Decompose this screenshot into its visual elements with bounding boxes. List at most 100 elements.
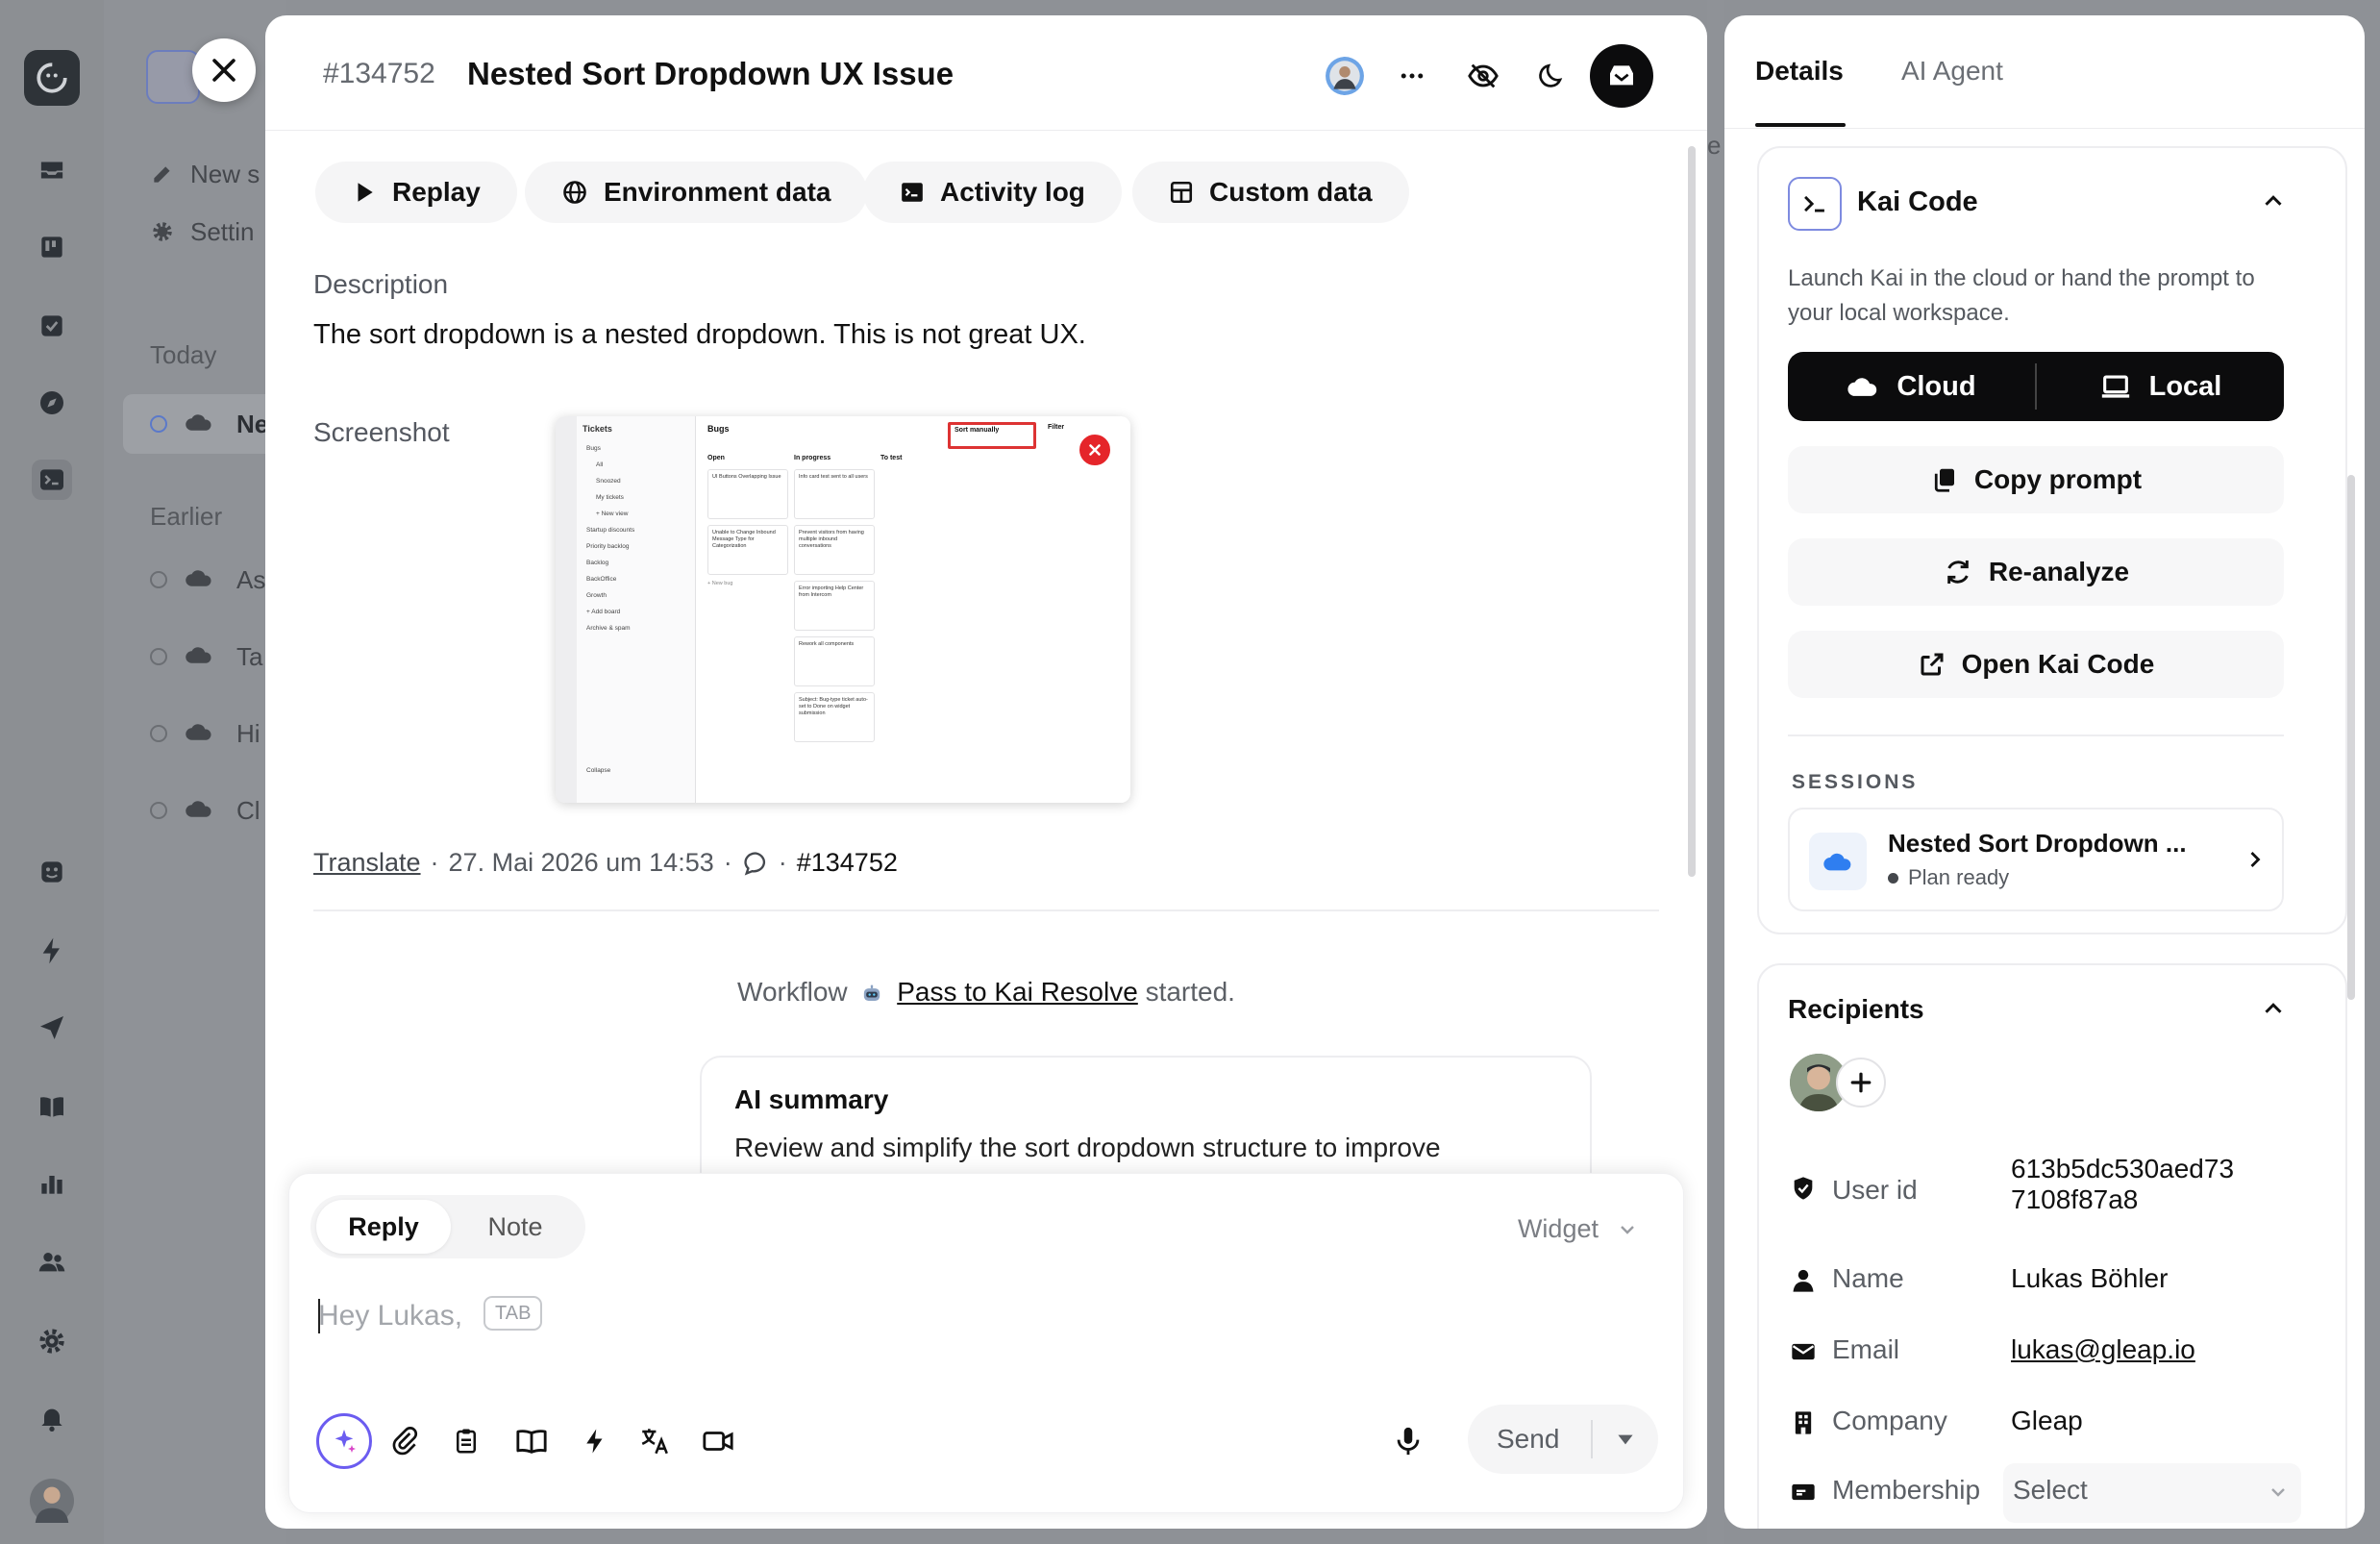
chart-icon[interactable] xyxy=(32,1163,72,1204)
assignee-avatar[interactable] xyxy=(1317,48,1373,104)
bg-earlier-item: As xyxy=(236,565,266,594)
name-label: Name xyxy=(1832,1263,1904,1293)
collapse-kai-button[interactable] xyxy=(2259,187,2288,215)
session-cloud-icon xyxy=(1809,833,1867,890)
tab-ai-agent[interactable]: AI Agent xyxy=(1901,56,2003,87)
thumb-sidebar-item: + New view xyxy=(596,511,629,517)
hide-button[interactable] xyxy=(1455,48,1511,104)
bg-earlier-item: Cl xyxy=(236,796,260,825)
composer-tabs: Reply Note xyxy=(310,1195,585,1258)
side-tabs: Details AI Agent xyxy=(1724,15,2365,129)
send-plane-icon[interactable] xyxy=(32,1008,72,1048)
close-icon xyxy=(212,59,236,82)
remove-screenshot-button[interactable] xyxy=(1077,432,1113,468)
kai-code-rail-icon[interactable] xyxy=(32,460,72,500)
reanalyze-button[interactable]: Re-analyze xyxy=(1788,538,2284,606)
user-avatar[interactable] xyxy=(30,1479,74,1523)
video-icon xyxy=(703,1432,733,1451)
cloud-icon xyxy=(185,644,213,665)
resolve-button[interactable] xyxy=(1590,44,1653,108)
workflow-suffix: started. xyxy=(1145,977,1235,1007)
voice-button[interactable] xyxy=(1383,1416,1433,1466)
tab-environment-data[interactable]: Environment data xyxy=(525,162,868,223)
collapse-recipients-button[interactable] xyxy=(2259,994,2288,1023)
status-dot xyxy=(150,415,167,433)
ticket-header: #134752 Nested Sort Dropdown UX Issue xyxy=(265,15,1707,131)
reply-input[interactable] xyxy=(318,1297,1183,1335)
cloud-button[interactable]: Cloud xyxy=(1788,371,2035,403)
terminal-log-icon xyxy=(902,183,923,202)
ticket-title[interactable]: Nested Sort Dropdown UX Issue xyxy=(467,56,954,92)
shortcuts-button[interactable] xyxy=(570,1416,620,1466)
thumb-sidebar-item: Startup discounts xyxy=(586,527,635,534)
recipients-title: Recipients xyxy=(1788,994,1924,1024)
tab-note[interactable]: Note xyxy=(451,1200,580,1254)
tab-reply[interactable]: Reply xyxy=(316,1200,451,1254)
session-item[interactable]: Nested Sort Dropdown ... Plan ready xyxy=(1788,808,2284,911)
membership-value: Select xyxy=(2013,1475,2088,1505)
tab-activity-log[interactable]: Activity log xyxy=(863,162,1122,223)
tab-custom-data[interactable]: Custom data xyxy=(1132,162,1409,223)
book-icon[interactable] xyxy=(32,1086,72,1127)
lightning-icon[interactable] xyxy=(32,931,72,971)
close-button[interactable] xyxy=(192,38,256,102)
table-icon xyxy=(1170,181,1193,204)
screenshot-thumbnail[interactable]: Tickets Bugs All Snoozed My tickets + New vi… xyxy=(556,416,1130,803)
meta-ticket-ref: #134752 xyxy=(796,848,898,877)
local-button[interactable]: Local xyxy=(2037,370,2284,403)
active-tab-indicator xyxy=(1755,123,1846,127)
email-value[interactable]: lukas@gleap.io xyxy=(2011,1334,2195,1365)
name-value[interactable]: Lukas Böhler xyxy=(2011,1263,2168,1294)
thumb-sidebar-item: BackOffice xyxy=(586,576,617,583)
main-scrollbar[interactable] xyxy=(1688,146,1696,877)
add-recipient-button[interactable] xyxy=(1836,1058,1886,1108)
status-dot xyxy=(150,725,167,742)
details-panel: Details AI Agent Kai Code Launch Kai in … xyxy=(1724,15,2365,1529)
thumb-sidebar-item: Archive & spam xyxy=(586,625,631,632)
play-icon xyxy=(358,183,373,202)
open-kai-code-button[interactable]: Open Kai Code xyxy=(1788,631,2284,698)
thumb-sidebar-item: Priority backlog xyxy=(586,543,630,550)
thumb-sidebar-title: Tickets xyxy=(583,424,612,434)
sessions-label: SESSIONS xyxy=(1792,771,1919,793)
users-icon[interactable] xyxy=(32,1242,72,1283)
snooze-button[interactable] xyxy=(1525,48,1580,104)
message-meta: Translate · 27. Mai 2026 um 14:53 · · #1… xyxy=(313,848,898,878)
send-options-button[interactable] xyxy=(1593,1427,1658,1452)
bot-icon[interactable] xyxy=(32,852,72,892)
ai-assist-button[interactable] xyxy=(316,1413,372,1469)
cloud-icon xyxy=(1847,378,1877,396)
company-value[interactable]: Gleap xyxy=(2011,1406,2083,1436)
thumb-column: In progress Info card test sent to all us… xyxy=(794,455,875,791)
workflow-link[interactable]: Pass to Kai Resolve xyxy=(897,977,1138,1007)
terminal-icon xyxy=(146,50,200,104)
checklist-icon[interactable] xyxy=(32,306,72,346)
tab-replay[interactable]: Replay xyxy=(315,162,517,223)
channel-select[interactable]: Widget xyxy=(1518,1214,1639,1244)
bell-icon[interactable] xyxy=(32,1398,72,1438)
board-icon[interactable] xyxy=(32,227,72,267)
side-scrollbar[interactable] xyxy=(2347,475,2355,1000)
workflow-event: Workflow Pass to Kai Resolve started. xyxy=(265,977,1707,1008)
attach-button[interactable] xyxy=(380,1416,430,1466)
inbox-icon[interactable] xyxy=(32,150,72,190)
bg-settings-label: Settin xyxy=(190,217,255,246)
thumb-card: Info card test sent to all users xyxy=(794,469,875,519)
knowledge-base-button[interactable] xyxy=(507,1416,557,1466)
comment-icon[interactable] xyxy=(742,850,769,877)
gleap-logo-icon[interactable] xyxy=(24,50,80,106)
gear-icon[interactable] xyxy=(32,1321,72,1361)
compass-icon[interactable] xyxy=(32,383,72,423)
video-button[interactable] xyxy=(693,1416,743,1466)
send-button[interactable]: Send xyxy=(1468,1424,1591,1455)
more-icon xyxy=(1401,73,1424,79)
kai-terminal-icon xyxy=(1788,177,1842,231)
more-options-button[interactable] xyxy=(1384,48,1440,104)
translate-button[interactable] xyxy=(630,1416,680,1466)
copy-prompt-button[interactable]: Copy prompt xyxy=(1788,446,2284,513)
templates-button[interactable] xyxy=(441,1416,491,1466)
membership-select[interactable]: Select xyxy=(2003,1463,2301,1523)
tab-details[interactable]: Details xyxy=(1755,56,1844,87)
translate-link[interactable]: Translate xyxy=(313,848,421,878)
thumb-card: Subject: Bug-type ticket auto-set to Don… xyxy=(794,692,875,742)
